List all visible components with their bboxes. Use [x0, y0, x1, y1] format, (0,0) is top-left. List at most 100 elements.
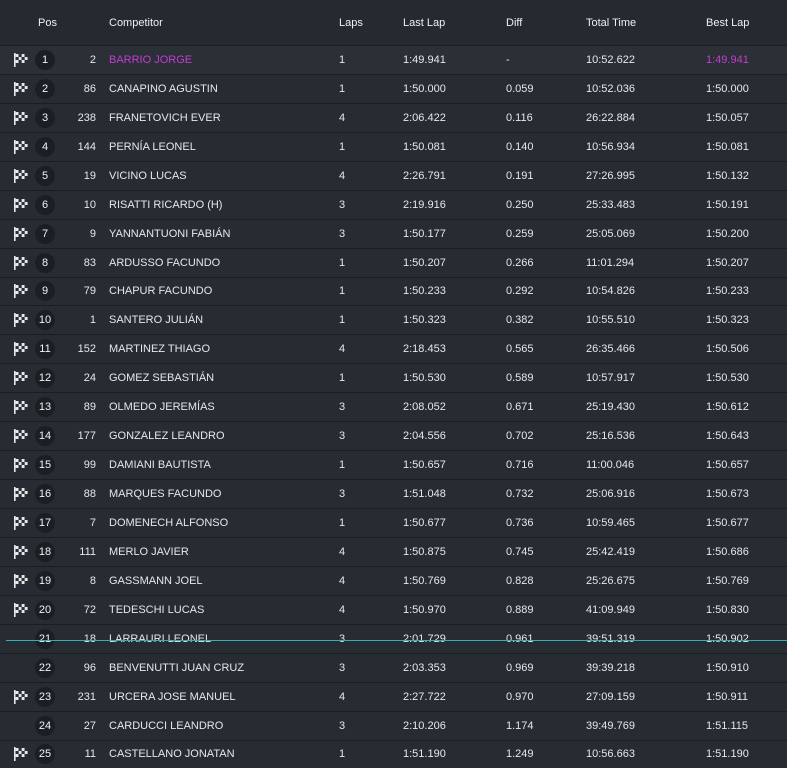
- laps-value: 1: [339, 83, 345, 95]
- checkered-flag-icon: [13, 341, 29, 357]
- table-row[interactable]: 883ARDUSSO FACUNDO11:50.2070.26611:01.29…: [0, 248, 787, 277]
- results-table: Pos Competitor Laps Last Lap Diff Total …: [0, 0, 787, 768]
- table-row[interactable]: 1389OLMEDO JEREMÍAS32:08.0520.67125:19.4…: [0, 392, 787, 421]
- checkered-flag-icon: [13, 486, 29, 502]
- last-lap-value: 2:18.453: [403, 343, 446, 355]
- competitor-name[interactable]: OLMEDO JEREMÍAS: [109, 401, 215, 413]
- competitor-name[interactable]: CHAPUR FACUNDO: [109, 285, 212, 297]
- competitor-name[interactable]: GASSMANN JOEL: [109, 575, 203, 587]
- competitor-name[interactable]: BARRIO JORGE: [109, 54, 192, 66]
- competitor-name[interactable]: GONZALEZ LEANDRO: [109, 430, 225, 442]
- car-number: 1: [62, 314, 96, 326]
- table-row[interactable]: 4144PERNÍA LEONEL11:50.0810.14010:56.934…: [0, 132, 787, 161]
- competitor-name[interactable]: PERNÍA LEONEL: [109, 141, 196, 153]
- laps-value: 4: [339, 691, 345, 703]
- separator-line: [6, 640, 787, 641]
- competitor-name[interactable]: DAMIANI BAUTISTA: [109, 459, 211, 471]
- table-row[interactable]: 3238FRANETOVICH EVER42:06.4220.11626:22.…: [0, 103, 787, 132]
- competitor-name[interactable]: MARQUES FACUNDO: [109, 488, 221, 500]
- checkered-flag-icon: [13, 399, 29, 415]
- best-lap-value: 1:50.911: [706, 691, 748, 703]
- table-row[interactable]: 101SANTERO JULIÁN11:50.3230.38210:55.510…: [0, 305, 787, 334]
- diff-value: 0.745: [506, 546, 534, 558]
- car-number: 11: [62, 748, 96, 760]
- table-row[interactable]: 79YANNANTUONI FABIÁN31:50.1770.25925:05.…: [0, 219, 787, 248]
- best-lap-value: 1:50.081: [706, 141, 749, 153]
- competitor-name[interactable]: CASTELLANO JONATAN: [109, 748, 235, 760]
- table-row[interactable]: 14177GONZALEZ LEANDRO32:04.5560.70225:16…: [0, 421, 787, 450]
- competitor-name[interactable]: MARTINEZ THIAGO: [109, 343, 210, 355]
- table-row[interactable]: 177DOMENECH ALFONSO11:50.6770.73610:59.4…: [0, 508, 787, 537]
- competitor-name[interactable]: MERLO JAVIER: [109, 546, 189, 558]
- table-row[interactable]: 286CANAPINO AGUSTIN11:50.0000.05910:52.0…: [0, 74, 787, 103]
- car-number: 238: [62, 112, 96, 124]
- header-best-lap[interactable]: Best Lap: [706, 17, 749, 29]
- table-row[interactable]: 1688MARQUES FACUNDO31:51.0480.73225:06.9…: [0, 479, 787, 508]
- position-badge: 19: [35, 571, 55, 591]
- laps-value: 1: [339, 372, 345, 384]
- competitor-name[interactable]: YANNANTUONI FABIÁN: [109, 228, 230, 240]
- table-row[interactable]: 2118LARRAURI LEONEL32:01.7290.96139:51.3…: [0, 624, 787, 653]
- table-row[interactable]: 2511CASTELLANO JONATAN11:51.1901.24910:5…: [0, 740, 787, 768]
- best-lap-value: 1:51.115: [706, 720, 748, 732]
- position-badge: 16: [35, 484, 55, 504]
- table-row[interactable]: 12BARRIO JORGE11:49.941-10:52.6221:49.94…: [0, 45, 787, 74]
- last-lap-value: 1:50.000: [403, 83, 446, 95]
- diff-value: 0.671: [506, 401, 534, 413]
- competitor-name[interactable]: BENVENUTTI JUAN CRUZ: [109, 662, 244, 674]
- table-row[interactable]: 519VICINO LUCAS42:26.7910.19127:26.9951:…: [0, 161, 787, 190]
- header-laps[interactable]: Laps: [339, 17, 363, 29]
- position-badge: 7: [35, 224, 55, 244]
- competitor-name[interactable]: VICINO LUCAS: [109, 170, 187, 182]
- competitor-name[interactable]: FRANETOVICH EVER: [109, 112, 221, 124]
- total-time-value: 11:01.294: [586, 257, 634, 269]
- last-lap-value: 1:50.875: [403, 546, 446, 558]
- table-row[interactable]: 11152MARTINEZ THIAGO42:18.4530.56526:35.…: [0, 334, 787, 363]
- competitor-name[interactable]: URCERA JOSE MANUEL: [109, 691, 236, 703]
- table-row[interactable]: 2427CARDUCCI LEANDRO32:10.2061.17439:49.…: [0, 711, 787, 740]
- competitor-name[interactable]: TEDESCHI LUCAS: [109, 604, 204, 616]
- total-time-value: 10:59.465: [586, 517, 635, 529]
- checkered-flag-icon: [13, 515, 29, 531]
- table-row[interactable]: 18111MERLO JAVIER41:50.8750.74525:42.419…: [0, 537, 787, 566]
- header-pos[interactable]: Pos: [38, 17, 57, 29]
- competitor-name[interactable]: LARRAURI LEONEL: [109, 633, 211, 645]
- last-lap-value: 1:50.233: [403, 285, 446, 297]
- checkered-flag-icon: [13, 370, 29, 386]
- diff-value: 0.828: [506, 575, 534, 587]
- checkered-flag-icon: [13, 283, 29, 299]
- table-row[interactable]: 2072TEDESCHI LUCAS41:50.9700.88941:09.94…: [0, 595, 787, 624]
- competitor-name[interactable]: GOMEZ SEBASTIÁN: [109, 372, 214, 384]
- best-lap-value: 1:50.057: [706, 112, 749, 124]
- best-lap-value: 1:50.207: [706, 257, 749, 269]
- position-badge: 12: [35, 368, 55, 388]
- car-number: 18: [62, 633, 96, 645]
- competitor-name[interactable]: CARDUCCI LEANDRO: [109, 720, 223, 732]
- best-lap-value: 1:50.506: [706, 343, 749, 355]
- competitor-name[interactable]: RISATTI RICARDO (H): [109, 199, 222, 211]
- table-row[interactable]: 979CHAPUR FACUNDO11:50.2330.29210:54.826…: [0, 277, 787, 306]
- table-row[interactable]: 1599DAMIANI BAUTISTA11:50.6570.71611:00.…: [0, 450, 787, 479]
- competitor-name[interactable]: ARDUSSO FACUNDO: [109, 257, 220, 269]
- last-lap-value: 2:01.729: [403, 633, 446, 645]
- table-row[interactable]: 1224GOMEZ SEBASTIÁN11:50.5300.58910:57.9…: [0, 363, 787, 392]
- car-number: 79: [62, 285, 96, 297]
- table-row[interactable]: 198GASSMANN JOEL41:50.7690.82825:26.6751…: [0, 566, 787, 595]
- header-diff[interactable]: Diff: [506, 17, 522, 29]
- laps-value: 3: [339, 662, 345, 674]
- car-number: 10: [62, 199, 96, 211]
- competitor-name[interactable]: CANAPINO AGUSTIN: [109, 83, 218, 95]
- diff-value: 0.969: [506, 662, 534, 674]
- header-last-lap[interactable]: Last Lap: [403, 17, 445, 29]
- last-lap-value: 1:51.048: [403, 488, 446, 500]
- best-lap-value: 1:50.673: [706, 488, 749, 500]
- competitor-name[interactable]: SANTERO JULIÁN: [109, 314, 203, 326]
- table-row[interactable]: 2296BENVENUTTI JUAN CRUZ32:03.3530.96939…: [0, 653, 787, 682]
- competitor-name[interactable]: DOMENECH ALFONSO: [109, 517, 228, 529]
- header-competitor[interactable]: Competitor: [109, 17, 163, 29]
- last-lap-value: 1:50.530: [403, 372, 446, 384]
- table-row[interactable]: 23231URCERA JOSE MANUEL42:27.7220.97027:…: [0, 682, 787, 711]
- header-total-time[interactable]: Total Time: [586, 17, 636, 29]
- position-badge: 21: [35, 629, 55, 649]
- table-row[interactable]: 610RISATTI RICARDO (H)32:19.9160.25025:3…: [0, 190, 787, 219]
